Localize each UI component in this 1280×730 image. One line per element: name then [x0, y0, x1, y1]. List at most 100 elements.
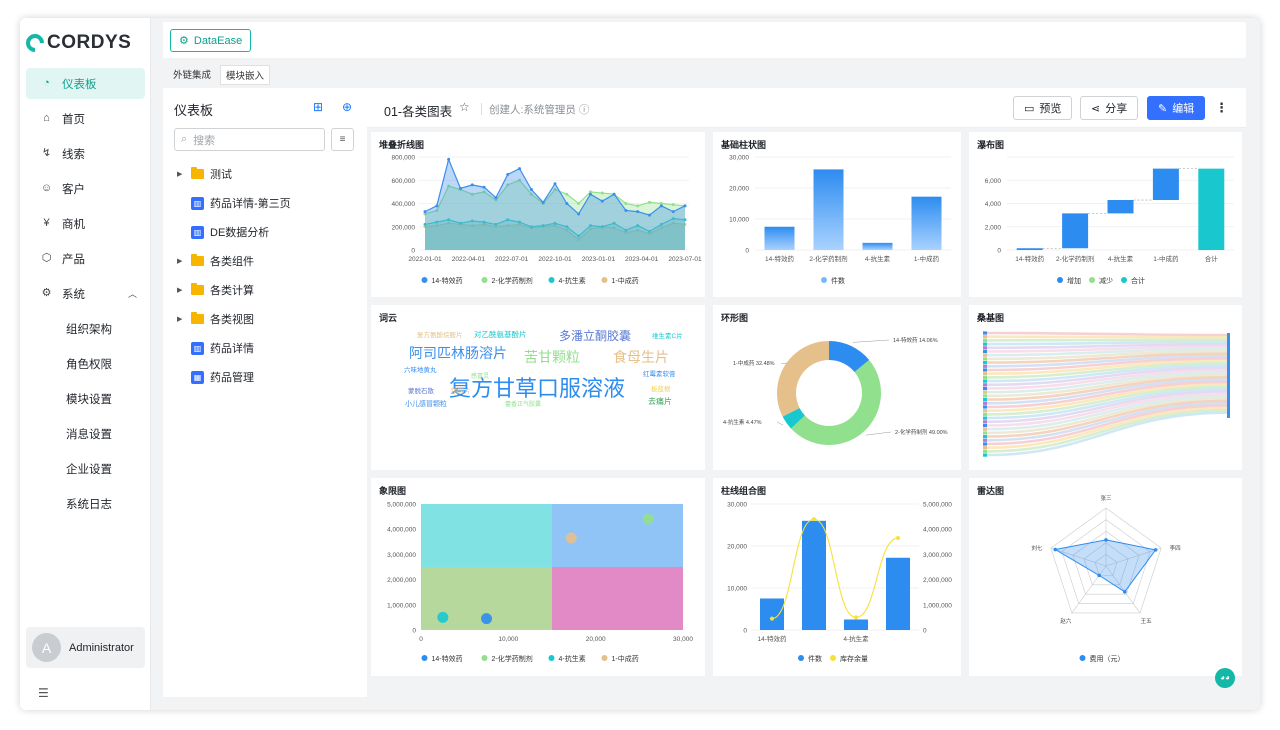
dashboard-header: 01-各类图表 ☆ 创建人:系统管理员 ⓘ ▭ 预览 ⋖ 分享 ✎ 编辑 ⋮	[367, 88, 1246, 128]
x-tick-label: 4-抗生素	[843, 634, 869, 643]
tree-item-calculations[interactable]: ▶ 各类计算	[177, 280, 254, 300]
y-tick-label: 3,000,000	[387, 552, 416, 559]
help-bot-icon[interactable]: ◕◕	[1215, 668, 1235, 688]
share-button[interactable]: ⋖ 分享	[1080, 96, 1139, 120]
nav-item-leads[interactable]: ↯ 线索	[26, 138, 145, 169]
label-leader	[776, 421, 784, 426]
sankey-source-node	[983, 431, 987, 435]
data-point	[854, 615, 858, 620]
slice-label: 14-特效药 14.06%	[893, 336, 938, 344]
tab-external-link[interactable]: 外链集成	[168, 65, 216, 85]
data-point	[624, 208, 628, 212]
legend-label: 4-抗生素	[559, 654, 586, 663]
dataease-button[interactable]: ⚙ DataEase	[170, 29, 252, 52]
user-menu[interactable]: A Administrator	[26, 627, 145, 668]
data-point	[565, 192, 569, 196]
opportunity-icon: ¥	[43, 217, 50, 229]
card-stacked-line: 堆叠折线图 0 200,000 400,000 600,000 800,000 2022-…	[371, 132, 705, 297]
nav-item-logs[interactable]: 系统日志	[26, 488, 145, 519]
legend-label: 14-特效药	[432, 276, 463, 285]
preview-button[interactable]: ▭ 预览	[1013, 96, 1073, 120]
word-cloud-word: 蒙脱石散	[408, 388, 434, 395]
bar	[862, 242, 893, 250]
card-radar: 雷达图 张三 李四 王五 赵六 刘七 费用（元）	[969, 478, 1242, 676]
tree-item-drug-management[interactable]: ▦ 药品管理	[177, 367, 254, 387]
nav-item-messages[interactable]: 消息设置	[26, 418, 145, 449]
card-waterfall: 瀑布图 0 2,000 4,000 6,000 14-特效药 2-化学药制剂 4-抗生素 1-…	[969, 132, 1242, 297]
x-tick-label: 20,000	[586, 636, 606, 643]
scatter-point	[481, 613, 492, 625]
y-tick-label: 0	[923, 628, 927, 635]
x-tick-label: 10,000	[498, 636, 518, 643]
caret-right-icon: ▶	[177, 258, 183, 265]
nav-item-modules[interactable]: 模块设置	[26, 383, 145, 414]
tree-item-drug-detail-3[interactable]: ▥ 药品详情-第三页	[177, 193, 291, 213]
sankey-link	[986, 335, 1228, 339]
word-cloud-word: 多潘立酮胶囊	[559, 329, 632, 343]
legend-marker	[821, 277, 827, 283]
radar-indicator-label: 张三	[1100, 494, 1112, 502]
tree-item-views[interactable]: ▶ 各类视图	[177, 309, 254, 329]
sankey-chart	[983, 331, 1230, 457]
quadrant-top-left	[421, 504, 552, 567]
tree-item-drug-detail[interactable]: ▥ 药品详情	[177, 338, 254, 358]
new-folder-icon[interactable]: ⊞	[311, 100, 325, 114]
word-cloud-word: 板蓝根	[651, 386, 671, 393]
data-point	[423, 210, 427, 214]
collapse-sidebar-icon[interactable]: ☰	[38, 686, 49, 700]
sankey-source-node	[983, 398, 987, 402]
sankey-source-node	[983, 346, 987, 350]
tree-item-test[interactable]: ▶ 测试	[177, 164, 232, 184]
legend-label: 2-化学药制剂	[492, 654, 533, 663]
word-cloud-word: 银翘片	[451, 388, 471, 395]
data-point	[659, 204, 663, 208]
x-tick-label: 2-化学药制剂	[809, 254, 847, 263]
y-tick-label: 4,000	[985, 201, 1002, 208]
tree-item-de-analysis[interactable]: ▥ DE数据分析	[177, 222, 269, 242]
word-cloud-word: 六味地黄丸	[404, 367, 437, 374]
nav-item-opportunities[interactable]: ¥ 商机	[26, 208, 145, 239]
x-tick-label: 2022-07-01	[495, 256, 529, 263]
sidebar: CORDYS ◔ 仪表板 ⌂ 首页 ↯ 线索 ☺ 客户 ¥ 商机 ⬡ 产品 ⚙ 系统 ︿ 组织架…	[20, 18, 151, 710]
new-dashboard-icon[interactable]: ⊕	[340, 100, 354, 114]
data-point	[506, 172, 510, 176]
edit-button[interactable]: ✎ 编辑	[1147, 96, 1206, 120]
y-tick-label: 0	[997, 248, 1001, 255]
radar-indicator-label: 刘七	[1031, 544, 1043, 552]
legend-marker	[481, 655, 488, 661]
tab-module-embed[interactable]: 模块嵌入	[220, 65, 271, 85]
legend-marker	[1057, 277, 1063, 283]
sort-button[interactable]: ≡	[331, 128, 354, 151]
radar-indicator-label: 李四	[1170, 544, 1181, 552]
y-tick-label: 5,000,000	[923, 502, 952, 509]
nav-item-system[interactable]: ⚙ 系统 ︿	[26, 278, 145, 309]
nav-item-customers[interactable]: ☺ 客户	[26, 173, 145, 204]
nav-item-org[interactable]: 组织架构	[26, 313, 145, 344]
word-cloud-word: 复方氨酚烷胺片	[417, 332, 463, 339]
word-cloud-word: 小儿感冒颗粒	[405, 401, 447, 408]
scatter-point	[642, 513, 654, 525]
word-cloud-word: 阿司匹林肠溶片	[409, 345, 507, 361]
nav-item-products[interactable]: ⬡ 产品	[26, 243, 145, 274]
y-tick-label: 800,000	[392, 155, 416, 162]
donut-slice	[777, 341, 829, 417]
nav-item-home[interactable]: ⌂ 首页	[26, 103, 145, 134]
data-point	[1053, 547, 1058, 552]
search-input[interactable]: ⌕ 搜索	[174, 128, 325, 151]
bar	[802, 520, 826, 630]
x-tick-label: 14-特效药	[758, 634, 787, 643]
sankey-source-node	[983, 342, 987, 346]
nav-item-roles[interactable]: 角色权限	[26, 348, 145, 379]
star-icon[interactable]: ☆	[459, 100, 470, 114]
tree-item-components[interactable]: ▶ 各类组件	[177, 251, 254, 271]
legend-marker	[830, 655, 836, 661]
more-icon[interactable]: ⋮	[1215, 100, 1228, 116]
nav-item-enterprise[interactable]: 企业设置	[26, 453, 145, 484]
quadrant-bottom-right	[552, 567, 683, 630]
sankey-source-node	[983, 453, 987, 457]
x-tick-label: 2-化学药制剂	[1056, 254, 1094, 263]
legend-marker	[798, 655, 804, 661]
card-donut: 环形图 14-特效药 14.06% 2-化学药制剂 49.00% 4-抗生素 4.4…	[713, 305, 961, 470]
nav-item-dashboard[interactable]: ◔ 仪表板	[26, 68, 145, 99]
monitor-icon: ▭	[1024, 102, 1035, 115]
